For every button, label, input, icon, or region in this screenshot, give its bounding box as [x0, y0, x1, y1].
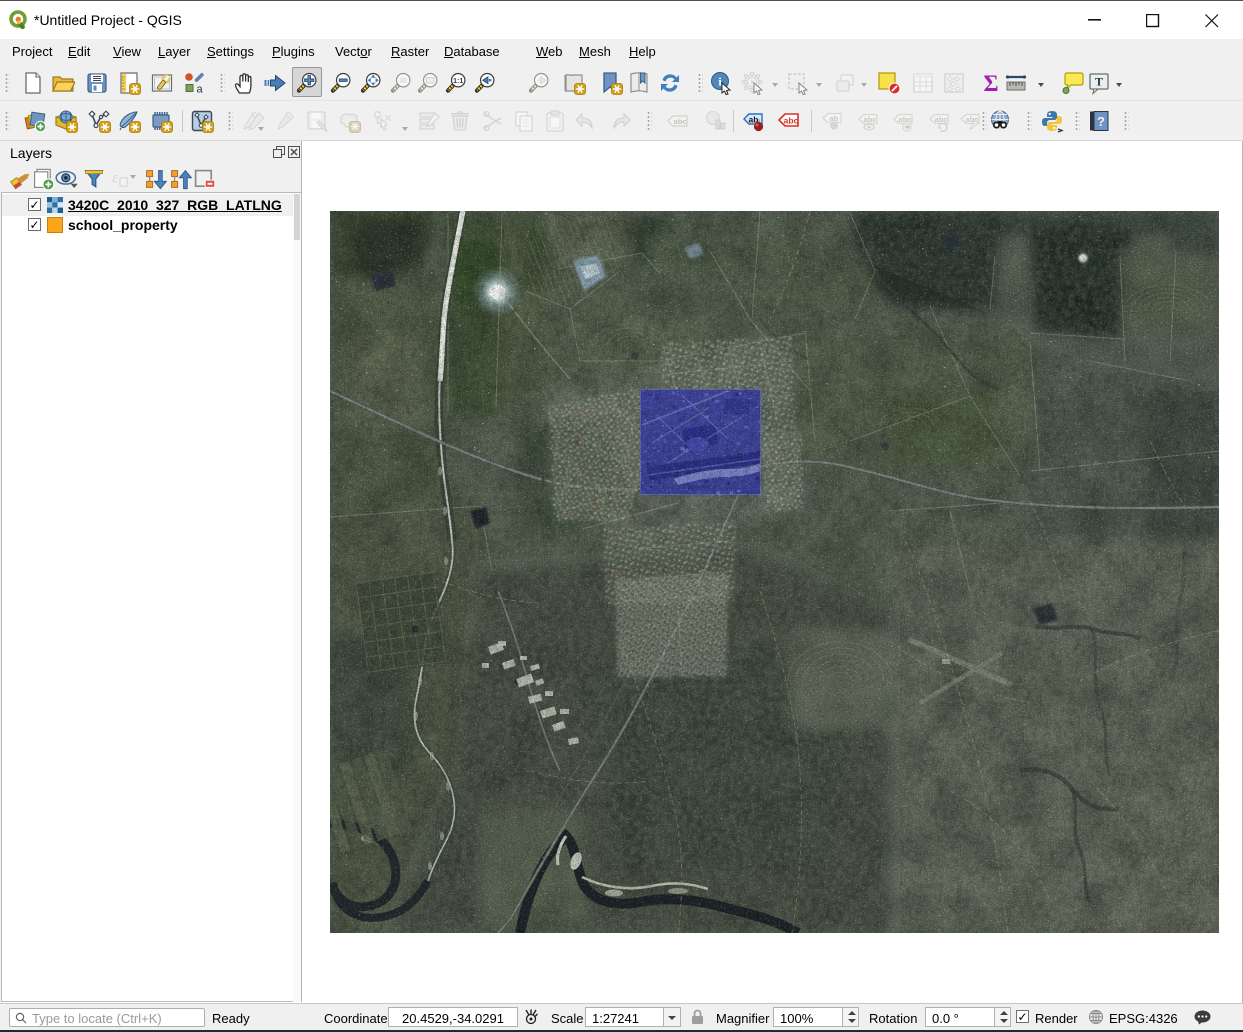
- svg-text:1:1: 1:1: [453, 78, 463, 85]
- svg-text:abc: abc: [899, 115, 912, 124]
- svg-text:ε: ε: [112, 170, 119, 187]
- svg-text:abc: abc: [784, 116, 799, 126]
- svg-text:T: T: [1095, 75, 1103, 89]
- svg-text:abc: abc: [935, 115, 948, 124]
- svg-text:a: a: [196, 84, 203, 96]
- svg-text:?: ?: [1097, 114, 1105, 129]
- svg-text:abc: abc: [864, 115, 877, 124]
- svg-text:ab: ab: [830, 114, 839, 123]
- svg-text:abc: abc: [674, 117, 687, 126]
- svg-text:Σ: Σ: [983, 71, 998, 95]
- svg-text:✳: ✳: [350, 122, 359, 134]
